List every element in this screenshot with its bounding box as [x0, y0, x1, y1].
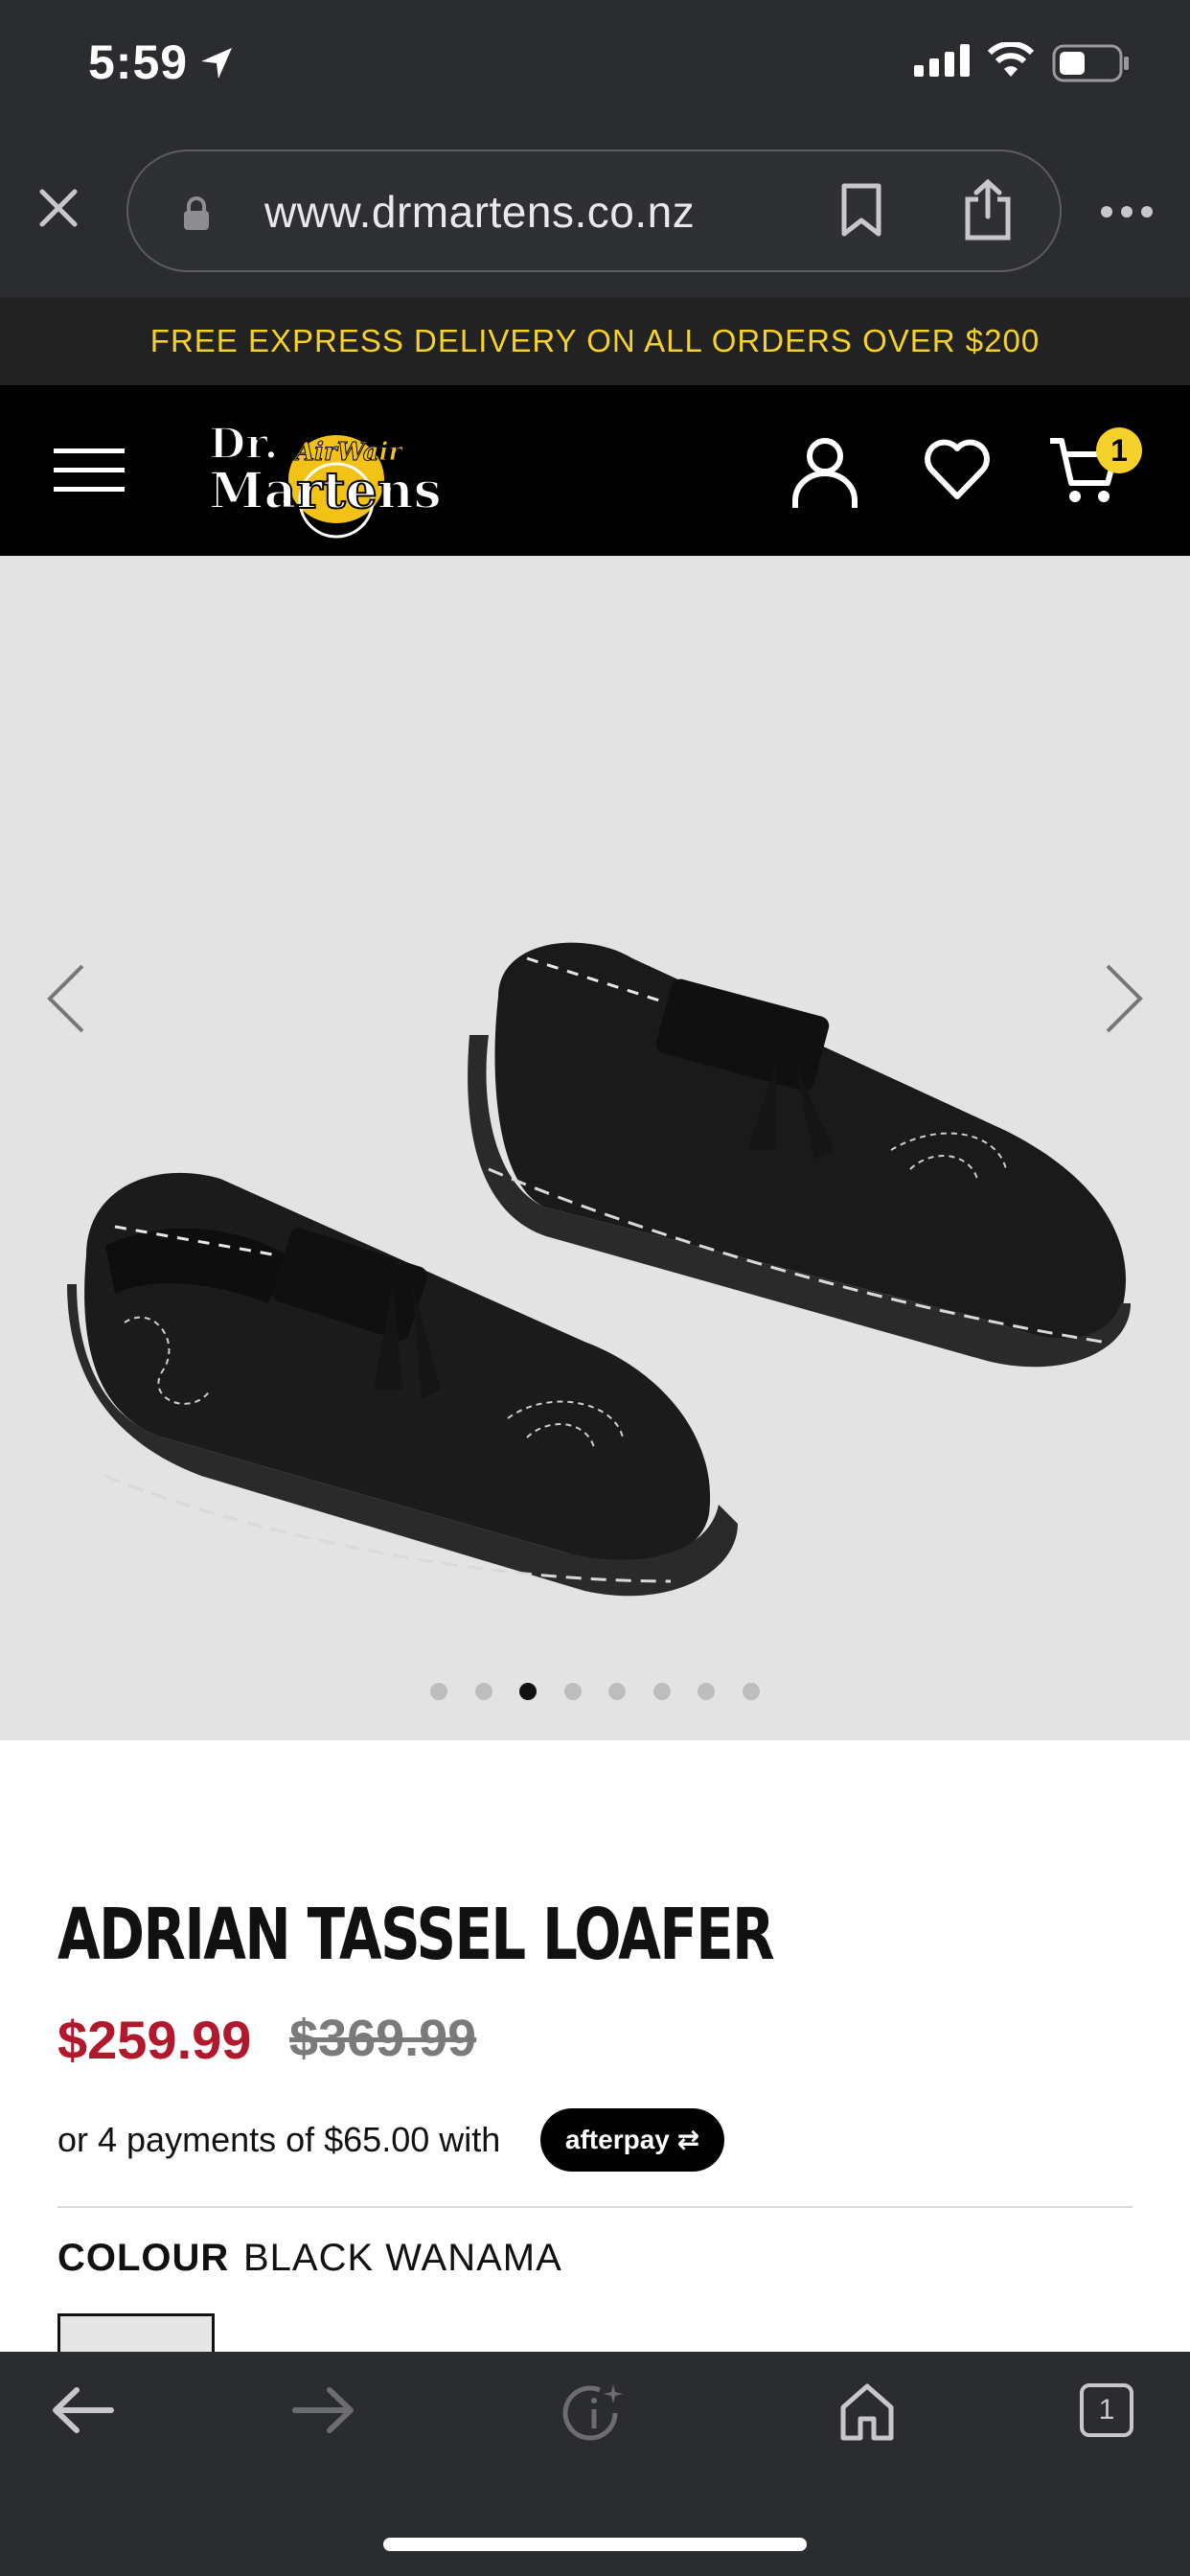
wifi-icon: [987, 42, 1035, 77]
home-icon[interactable]: [837, 2380, 897, 2442]
installments-text: or 4 payments of $65.00 with: [57, 2120, 501, 2159]
signal-icon: [914, 44, 970, 77]
cart-count-badge: 1: [1096, 427, 1142, 473]
lock-icon: [184, 196, 209, 230]
pagination-dot[interactable]: [698, 1683, 716, 1700]
account-icon[interactable]: [791, 437, 858, 510]
pagination-dot[interactable]: [563, 1683, 582, 1700]
colour-value: BLACK WANAMA: [243, 2237, 562, 2279]
dr-martens-logo[interactable]: Dr. Martens AirWair: [207, 412, 446, 556]
afterpay-badge[interactable]: afterpay ⇄: [540, 2108, 724, 2172]
colour-label: COLOUR: [57, 2237, 230, 2279]
more-icon[interactable]: [1100, 205, 1154, 218]
pagination-dot[interactable]: [430, 1683, 448, 1700]
gallery-pagination[interactable]: [0, 1683, 1190, 1705]
close-icon[interactable]: [38, 188, 79, 228]
product-image[interactable]: [48, 939, 1150, 1610]
pagination-dot[interactable]: [474, 1683, 492, 1700]
colour-swatch[interactable]: [57, 2313, 215, 2352]
battery-icon: [1052, 44, 1129, 82]
pagination-dot[interactable]: [742, 1683, 760, 1700]
product-title: ADRIAN TASSEL LOAFER: [57, 1894, 775, 1976]
menu-icon[interactable]: [54, 447, 125, 494]
svg-text:Martens: Martens: [209, 462, 442, 520]
promo-text[interactable]: FREE EXPRESS DELIVERY ON ALL ORDERS OVER…: [0, 297, 1190, 385]
svg-text:AirWair: AirWair: [292, 438, 403, 467]
afterpay-label: afterpay: [564, 2125, 670, 2154]
location-arrow-icon: [201, 48, 232, 79]
status-time: 5:59: [88, 35, 189, 89]
pagination-dot-active[interactable]: [519, 1683, 538, 1700]
site-header: [0, 385, 1190, 556]
pagination-dot[interactable]: [652, 1683, 671, 1700]
tabs-count: 1: [1098, 2394, 1115, 2426]
home-indicator: [383, 2538, 807, 2551]
url-text[interactable]: www.drmartens.co.nz: [264, 186, 695, 238]
back-arrow-icon[interactable]: [50, 2386, 115, 2434]
divider: [57, 2206, 1133, 2208]
forward-arrow-icon[interactable]: [291, 2386, 356, 2434]
heart-icon[interactable]: [924, 439, 991, 500]
sale-price: $259.99: [57, 2010, 252, 2070]
pagination-dot[interactable]: [608, 1683, 627, 1700]
share-icon[interactable]: [962, 178, 1014, 242]
info-sparkle-icon[interactable]: [561, 2380, 629, 2448]
bookmark-icon[interactable]: [839, 182, 883, 238]
original-price: $369.99: [289, 2010, 477, 2067]
